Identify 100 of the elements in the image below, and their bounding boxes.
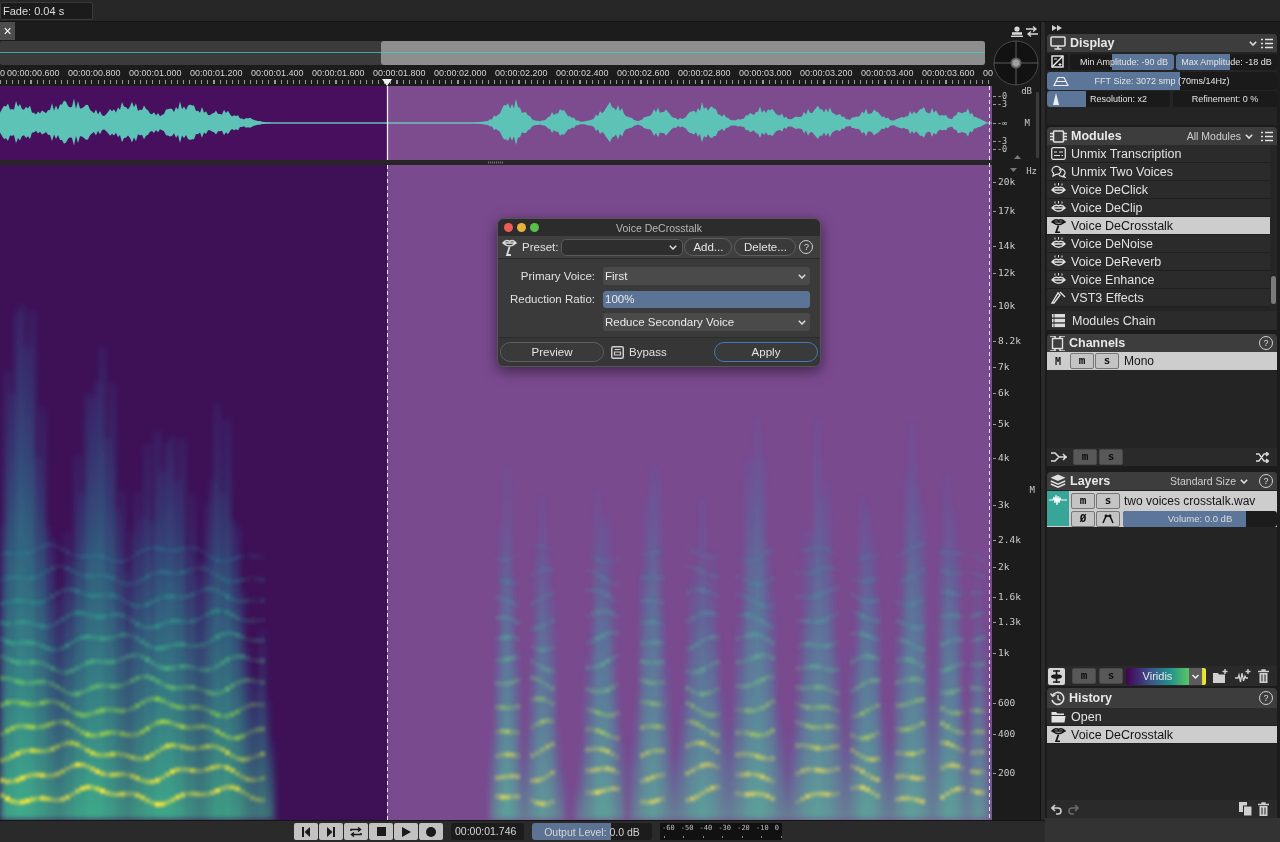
caret-down-icon[interactable] (1010, 168, 1017, 172)
scale-label: -0 (993, 145, 1008, 153)
time-label: 00:00:01.000 (129, 68, 183, 79)
menu-icon[interactable] (1261, 37, 1273, 49)
time-label: 00:00:00.800 (68, 68, 122, 79)
skip-back-button[interactable] (294, 823, 318, 840)
bypass-checkbox[interactable] (611, 345, 624, 359)
copy-icon[interactable] (1239, 802, 1252, 816)
skip-forward-button[interactable] (319, 823, 343, 840)
volume-slider[interactable]: Volume: 0.0 dB (1123, 510, 1277, 527)
frequency-label: 1.3k (993, 617, 1021, 627)
solo-button[interactable]: s (1096, 492, 1120, 509)
time-field[interactable]: 00:00:01.746 (451, 823, 524, 840)
module-item[interactable]: Voice DeClick (1047, 181, 1270, 199)
trash-icon[interactable] (1258, 669, 1269, 683)
frequency-label: 17k (993, 206, 1016, 216)
frequency-label: 2k (993, 562, 1010, 572)
frequency-label: 400 (993, 729, 1016, 739)
trash-icon[interactable] (1258, 802, 1269, 816)
refinement-field[interactable]: Refinement: 0 % (1173, 91, 1277, 107)
module-item[interactable]: Voice DeNoise (1047, 235, 1270, 253)
undo-icon[interactable] (1051, 803, 1062, 815)
channel-label: M (1029, 485, 1035, 495)
preview-button[interactable]: Preview (500, 342, 604, 362)
layer-name: two voices crosstalk.wav (1124, 493, 1256, 508)
add-preset-button[interactable]: Add... (684, 238, 733, 256)
curve-icon (1102, 513, 1114, 524)
history-item[interactable]: Open (1047, 708, 1277, 726)
redo-icon[interactable] (1068, 803, 1079, 815)
folder-plus-icon[interactable] (1213, 669, 1228, 683)
play-button[interactable] (394, 823, 418, 840)
window-minimize-icon[interactable] (517, 223, 526, 232)
colormap-dropdown[interactable]: Viridis (1126, 667, 1206, 685)
modules-chain-item[interactable]: Modules Chain (1047, 311, 1277, 330)
frequency-label: 10k (993, 301, 1016, 311)
chevron-down-icon[interactable] (1249, 40, 1257, 46)
panel-title: Display (1070, 36, 1115, 50)
module-item[interactable]: Voice Enhance (1047, 271, 1270, 289)
mute-button[interactable]: m (1071, 492, 1095, 509)
field-label: Reduction Ratio: (508, 293, 595, 305)
unit-label: Hz (1026, 166, 1037, 176)
caret-up-icon[interactable] (1014, 155, 1021, 159)
primary-voice-dropdown[interactable]: First (603, 267, 810, 285)
module-item[interactable]: VST3 Effects (1047, 289, 1270, 307)
waveform-plus-icon[interactable] (1235, 669, 1251, 683)
scale-label: -∞ (993, 119, 1008, 127)
envelope-button[interactable] (1096, 510, 1120, 527)
time-label: 0 (0, 68, 6, 79)
module-item[interactable]: Voice DeCrosstalk (1047, 217, 1270, 235)
window-close-icon[interactable] (504, 223, 513, 232)
chevron-down-icon (798, 319, 806, 325)
window-zoom-icon[interactable] (530, 223, 539, 232)
filter-dropdown[interactable]: All Modules (1186, 130, 1253, 142)
layer-item[interactable]: m s two voices crosstalk.wav Ø Volume: 0.0 dB (1047, 491, 1277, 527)
solo-button[interactable]: s (1095, 353, 1119, 369)
phase-invert-button[interactable]: Ø (1071, 510, 1095, 527)
record-button[interactable] (419, 823, 443, 840)
history-item[interactable]: Voice DeCrosstalk (1047, 726, 1277, 744)
selection-marker-icon[interactable] (382, 79, 392, 86)
mute-button[interactable]: m (1070, 353, 1094, 369)
time-label: 00:00:03.200 (800, 68, 854, 79)
time-label: 00:00:01.200 (190, 68, 244, 79)
menu-icon[interactable] (1261, 130, 1273, 142)
scrollbar-thumb[interactable] (1271, 276, 1276, 304)
scale-label: -0 (993, 92, 1008, 100)
module-item[interactable]: Voice DeReverb (1047, 253, 1270, 271)
merge-arrow-icon[interactable] (1051, 452, 1067, 462)
channel-name: Mono (1124, 354, 1155, 368)
grip-icon[interactable] (488, 161, 504, 164)
swap-arrows-icon[interactable] (1026, 25, 1038, 37)
frequency-label: 12k (993, 268, 1016, 278)
frequency-label: 1.6k (993, 592, 1021, 602)
frequency-label: 6k (993, 388, 1010, 398)
time-label: 00:00:01.800 (373, 68, 427, 79)
selection-end-line[interactable] (988, 86, 991, 820)
checkbox-label[interactable]: Bypass (629, 346, 667, 358)
module-item[interactable]: Voice DeClip (1047, 199, 1270, 217)
close-tab-button[interactable]: × (0, 22, 15, 40)
resolution-slider[interactable]: Resolution: x2 (1047, 91, 1170, 107)
apply-button[interactable]: Apply (714, 342, 818, 362)
selection-start-line[interactable] (386, 86, 389, 820)
navigation-dial-icon[interactable] (993, 40, 1039, 86)
reduction-ratio-slider[interactable]: 100% (603, 290, 810, 308)
skip-back-icon (301, 826, 311, 837)
frequency-label: 14k (993, 241, 1016, 251)
caption-icon (1051, 147, 1066, 160)
stop-button[interactable] (369, 823, 393, 840)
size-dropdown[interactable]: Standard Size (1170, 475, 1248, 487)
module-item[interactable]: Unmix Two Voices (1047, 163, 1270, 181)
delete-preset-button[interactable]: Delete... (734, 238, 797, 256)
frequency-label: 8.2k (993, 336, 1021, 346)
module-item[interactable]: Unmix Transcription (1047, 145, 1270, 163)
shuffle-icon[interactable] (1256, 451, 1269, 463)
channel-item[interactable]: M m s Mono (1047, 352, 1277, 370)
double-triangle-icon[interactable] (1052, 25, 1062, 31)
stamp-icon[interactable] (1011, 25, 1023, 37)
loop-button[interactable] (344, 823, 368, 840)
colormap-icon[interactable] (1048, 667, 1065, 685)
mode-dropdown[interactable]: Reduce Secondary Voice (603, 313, 810, 331)
fade-field[interactable]: Fade: 0.04 s (0, 1, 93, 20)
